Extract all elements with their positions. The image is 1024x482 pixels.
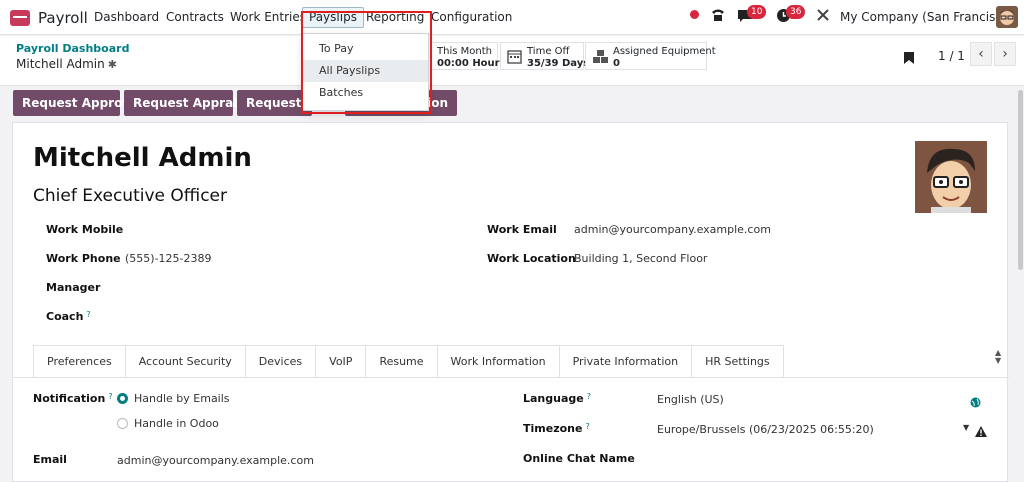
- employee-name[interactable]: Mitchell Admin: [33, 143, 252, 173]
- option-handle-by-emails[interactable]: Handle by Emails: [134, 392, 230, 405]
- activities-badge: 36: [786, 5, 806, 19]
- menu-item-batches[interactable]: Batches: [303, 82, 428, 104]
- stat-this-month-value: 00:00 Hours: [437, 58, 506, 69]
- recording-dot-icon[interactable]: [690, 10, 699, 19]
- tab-resume[interactable]: Resume: [366, 345, 438, 378]
- stat-time-off-label: Time Off: [527, 46, 570, 57]
- employee-form-sheet: Mitchell Admin Chief Executive Officer W…: [12, 122, 1009, 482]
- work-email-field[interactable]: admin@yourcompany.example.com: [574, 223, 771, 236]
- employee-photo[interactable]: [915, 141, 987, 213]
- notebook-tabs: Preferences Account Security Devices VoI…: [33, 345, 784, 378]
- email-label: Email: [33, 453, 67, 466]
- calendar-icon: [507, 49, 522, 68]
- breadcrumb-parent[interactable]: Payroll Dashboard: [16, 42, 129, 55]
- stat-this-month[interactable]: This Month 00:00 Hours: [431, 42, 506, 70]
- request-approval-button[interactable]: Request Approval: [13, 90, 142, 116]
- language-label-text: Language: [523, 392, 584, 405]
- stat-this-month-label: This Month: [437, 46, 492, 57]
- pager-next-button[interactable]: ›: [994, 42, 1016, 66]
- language-help-icon[interactable]: ?: [587, 392, 591, 401]
- work-phone-label: Work Phone: [46, 252, 121, 265]
- bookmark-icon[interactable]: [903, 50, 915, 69]
- phone-icon[interactable]: [710, 7, 726, 27]
- stat-assigned-equipment-label: Assigned Equipment: [613, 46, 716, 57]
- globe-icon[interactable]: [970, 393, 981, 412]
- notification-help-icon[interactable]: ?: [108, 392, 112, 401]
- timezone-help-icon[interactable]: ?: [585, 422, 589, 431]
- manager-label: Manager: [46, 281, 101, 294]
- tab-preferences[interactable]: Preferences: [33, 345, 126, 378]
- top-navbar: Payroll Dashboard Contracts Work Entries…: [0, 0, 1024, 35]
- work-email-label: Work Email: [487, 223, 557, 236]
- online-chat-name-label: Online Chat Name: [523, 452, 635, 465]
- notification-label: Notification?: [33, 392, 113, 405]
- menu-work-entries[interactable]: Work Entries: [230, 10, 306, 24]
- language-label: Language?: [523, 392, 591, 405]
- menu-item-all-payslips[interactable]: All Payslips: [303, 60, 428, 82]
- work-mobile-label: Work Mobile: [46, 223, 124, 236]
- stat-time-off[interactable]: Time Off 35/39 Days: [500, 42, 590, 70]
- pager-previous-button[interactable]: ‹: [970, 42, 992, 66]
- gear-icon[interactable]: ✱: [108, 58, 117, 71]
- option-handle-in-odoo[interactable]: Handle in Odoo: [134, 417, 219, 430]
- breadcrumb-current-label: Mitchell Admin: [16, 57, 105, 71]
- work-location-field[interactable]: Building 1, Second Floor: [574, 252, 707, 265]
- menu-dashboard[interactable]: Dashboard: [94, 10, 159, 24]
- stat-assigned-equipment[interactable]: Assigned Equipment 0: [585, 42, 716, 70]
- tab-account-security[interactable]: Account Security: [125, 345, 246, 378]
- control-panel: Payroll Dashboard Mitchell Admin ✱ This M…: [0, 36, 1024, 86]
- tab-work-information[interactable]: Work Information: [437, 345, 560, 378]
- cubes-icon: [592, 49, 609, 68]
- employee-job-title[interactable]: Chief Executive Officer: [33, 186, 227, 206]
- radio-handle-by-emails[interactable]: [117, 393, 128, 404]
- menu-contracts[interactable]: Contracts: [166, 10, 224, 24]
- payslips-dropdown-menu: To Pay All Payslips Batches: [302, 33, 429, 111]
- menu-item-to-pay[interactable]: To Pay: [303, 38, 428, 60]
- pager-value[interactable]: 1 / 1: [938, 49, 965, 63]
- tab-voip[interactable]: VoIP: [316, 345, 367, 378]
- timezone-label-text: Timezone: [523, 422, 583, 435]
- timezone-select[interactable]: Europe/Brussels (06/23/2025 06:55:20): [657, 423, 874, 436]
- tab-hr-settings[interactable]: HR Settings: [692, 345, 784, 378]
- caret-down-icon[interactable]: ▼: [963, 423, 969, 432]
- language-select[interactable]: English (US): [657, 393, 724, 406]
- coach-help-icon[interactable]: ?: [86, 310, 90, 319]
- scroll-arrows-icon[interactable]: ▲ ▼: [995, 349, 1001, 365]
- notification-label-text: Notification: [33, 392, 106, 405]
- tab-devices[interactable]: Devices: [245, 345, 317, 378]
- stat-time-off-value: 35/39 Days: [527, 58, 590, 69]
- menu-configuration[interactable]: Configuration: [431, 10, 512, 24]
- request-appraisal-button[interactable]: Request Appraisal: [124, 90, 257, 116]
- company-switcher[interactable]: My Company (San Francisco): [840, 10, 1014, 24]
- payroll-app-icon[interactable]: [10, 10, 30, 26]
- tabs-divider: [13, 377, 1009, 378]
- tab-private-information[interactable]: Private Information: [559, 345, 693, 378]
- page-scrollbar[interactable]: [1018, 90, 1023, 270]
- timezone-label: Timezone?: [523, 422, 590, 435]
- radio-handle-in-odoo[interactable]: [117, 418, 128, 429]
- email-field[interactable]: admin@yourcompany.example.com: [117, 454, 314, 467]
- warning-icon[interactable]: [975, 422, 987, 441]
- breadcrumb-current: Mitchell Admin ✱: [16, 57, 117, 71]
- menu-reporting[interactable]: Reporting: [366, 10, 424, 24]
- tools-icon[interactable]: [816, 8, 830, 26]
- menu-payslips[interactable]: Payslips: [302, 7, 364, 28]
- user-avatar[interactable]: [996, 6, 1018, 28]
- messages-badge: 10: [747, 5, 767, 19]
- request-time-off-button[interactable]: Request Ti: [237, 90, 312, 116]
- coach-label-text: Coach: [46, 310, 84, 323]
- stat-assigned-equipment-value: 0: [613, 58, 620, 69]
- coach-label: Coach?: [46, 310, 91, 323]
- app-name[interactable]: Payroll: [38, 9, 88, 27]
- work-phone-field[interactable]: (555)-125-2389: [125, 252, 212, 265]
- work-location-label: Work Location: [487, 252, 576, 265]
